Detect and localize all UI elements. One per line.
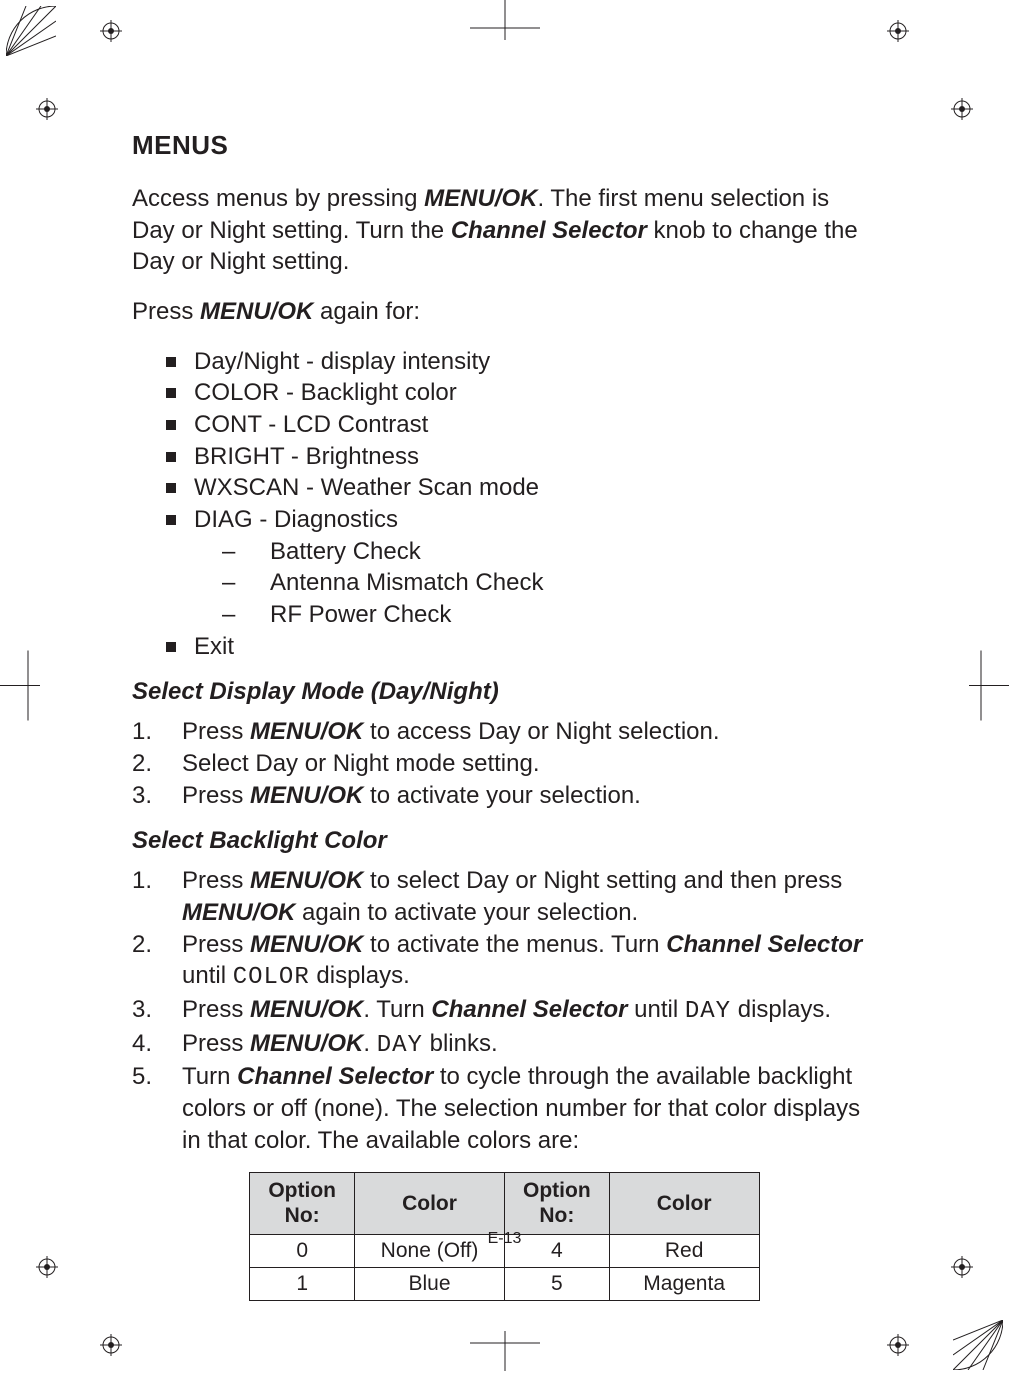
table-cell: None (Off) bbox=[355, 1234, 505, 1267]
menu-ok-label: MENU/OK bbox=[250, 1030, 363, 1057]
list-item: Press MENU/OK. DAY blinks. bbox=[132, 1028, 877, 1062]
list-item: BRIGHT - Brightness bbox=[166, 441, 877, 473]
sub-heading-backlight-color: Select Backlight Color bbox=[132, 827, 877, 855]
menu-list: Day/Night - display intensity COLOR - Ba… bbox=[166, 346, 877, 663]
list-item: Press MENU/OK to activate the menus. Tur… bbox=[132, 929, 877, 994]
table-header: Option No: bbox=[505, 1173, 610, 1234]
registration-mark-icon bbox=[951, 98, 973, 120]
center-crop-mark-icon bbox=[470, 0, 540, 45]
text: DIAG - Diagnostics bbox=[194, 506, 398, 533]
center-crop-mark-icon bbox=[0, 651, 40, 726]
menu-ok-label: MENU/OK bbox=[182, 899, 295, 926]
channel-selector-label: Channel Selector bbox=[666, 931, 862, 958]
diag-sublist: Battery Check Antenna Mismatch Check RF … bbox=[222, 536, 877, 631]
text: to access Day or Night selection. bbox=[363, 718, 719, 745]
text: again for: bbox=[313, 298, 420, 325]
table-cell: 5 bbox=[505, 1267, 610, 1300]
table-header: Color bbox=[609, 1173, 759, 1234]
table-cell: 1 bbox=[250, 1267, 355, 1300]
registration-mark-icon bbox=[100, 20, 122, 42]
list-item: WXSCAN - Weather Scan mode bbox=[166, 472, 877, 504]
text: . Turn bbox=[363, 996, 431, 1023]
table-cell: Red bbox=[609, 1234, 759, 1267]
text: Access menus by pressing bbox=[132, 185, 424, 212]
menu-ok-label: MENU/OK bbox=[250, 867, 363, 894]
registration-mark-icon bbox=[100, 1334, 122, 1356]
text: until bbox=[627, 996, 684, 1023]
table-cell: 0 bbox=[250, 1234, 355, 1267]
table-cell: Magenta bbox=[609, 1267, 759, 1300]
text: to activate your selection. bbox=[363, 782, 640, 809]
lcd-text: COLOR bbox=[233, 964, 310, 991]
text: to select Day or Night setting and then … bbox=[363, 867, 842, 894]
press-again-paragraph: Press MENU/OK again for: bbox=[132, 296, 877, 328]
registration-mark-icon bbox=[951, 1256, 973, 1278]
list-item: CONT - LCD Contrast bbox=[166, 409, 877, 441]
table-cell: Blue bbox=[355, 1267, 505, 1300]
list-item: Day/Night - display intensity bbox=[166, 346, 877, 378]
section-heading: MENUS bbox=[132, 130, 877, 161]
backlight-color-steps: Press MENU/OK to select Day or Night set… bbox=[132, 865, 877, 1156]
registration-mark-icon bbox=[36, 1256, 58, 1278]
text: Turn bbox=[182, 1063, 237, 1090]
table-header-row: Option No: Color Option No: Color bbox=[250, 1173, 759, 1234]
text: displays. bbox=[731, 996, 831, 1023]
table-header: Option No: bbox=[250, 1173, 355, 1234]
list-item: Turn Channel Selector to cycle through t… bbox=[132, 1061, 877, 1156]
center-crop-mark-icon bbox=[470, 1331, 540, 1376]
menu-ok-label: MENU/OK bbox=[250, 782, 363, 809]
center-crop-mark-icon bbox=[969, 651, 1009, 726]
text: Press bbox=[182, 996, 250, 1023]
channel-selector-label: Channel Selector bbox=[451, 217, 647, 244]
text: Press bbox=[182, 1030, 250, 1057]
text: Press bbox=[132, 298, 200, 325]
table-header: Color bbox=[355, 1173, 505, 1234]
registration-mark-icon bbox=[887, 20, 909, 42]
list-item: DIAG - Diagnostics Battery Check Antenna… bbox=[166, 504, 877, 631]
lcd-text: DAY bbox=[377, 1032, 423, 1059]
text: Press bbox=[182, 718, 250, 745]
corner-fan-icon bbox=[953, 1320, 1003, 1370]
list-item: Press MENU/OK to access Day or Night sel… bbox=[132, 716, 877, 748]
menu-ok-label: MENU/OK bbox=[250, 996, 363, 1023]
registration-mark-icon bbox=[887, 1334, 909, 1356]
list-item: Battery Check bbox=[222, 536, 877, 568]
list-item: RF Power Check bbox=[222, 599, 877, 631]
list-item: Exit bbox=[166, 631, 877, 663]
text: displays. bbox=[310, 962, 410, 989]
text: . bbox=[363, 1030, 376, 1057]
list-item: COLOR - Backlight color bbox=[166, 377, 877, 409]
list-item: Select Day or Night mode setting. bbox=[132, 748, 877, 780]
list-item: Press MENU/OK to activate your selection… bbox=[132, 780, 877, 812]
lcd-text: DAY bbox=[685, 998, 731, 1025]
page-number: E-13 bbox=[488, 1230, 522, 1248]
sub-heading-display-mode: Select Display Mode (Day/Night) bbox=[132, 678, 877, 706]
text: again to activate your selection. bbox=[295, 899, 638, 926]
table-row: 1 Blue 5 Magenta bbox=[250, 1267, 759, 1300]
text: Press bbox=[182, 867, 250, 894]
list-item: Press MENU/OK. Turn Channel Selector unt… bbox=[132, 994, 877, 1028]
registration-mark-icon bbox=[36, 98, 58, 120]
channel-selector-label: Channel Selector bbox=[237, 1063, 433, 1090]
display-mode-steps: Press MENU/OK to access Day or Night sel… bbox=[132, 716, 877, 811]
text: Press bbox=[182, 931, 250, 958]
menu-ok-label: MENU/OK bbox=[424, 185, 537, 212]
text: until bbox=[182, 962, 233, 989]
corner-fan-icon bbox=[6, 6, 56, 56]
menu-ok-label: MENU/OK bbox=[250, 718, 363, 745]
text: Press bbox=[182, 782, 250, 809]
list-item: Antenna Mismatch Check bbox=[222, 567, 877, 599]
intro-paragraph: Access menus by pressing MENU/OK. The fi… bbox=[132, 183, 877, 278]
channel-selector-label: Channel Selector bbox=[431, 996, 627, 1023]
page-content: MENUS Access menus by pressing MENU/OK. … bbox=[132, 130, 877, 1301]
text: blinks. bbox=[423, 1030, 498, 1057]
list-item: Press MENU/OK to select Day or Night set… bbox=[132, 865, 877, 928]
menu-ok-label: MENU/OK bbox=[200, 298, 313, 325]
menu-ok-label: MENU/OK bbox=[250, 931, 363, 958]
text: to activate the menus. Turn bbox=[363, 931, 666, 958]
